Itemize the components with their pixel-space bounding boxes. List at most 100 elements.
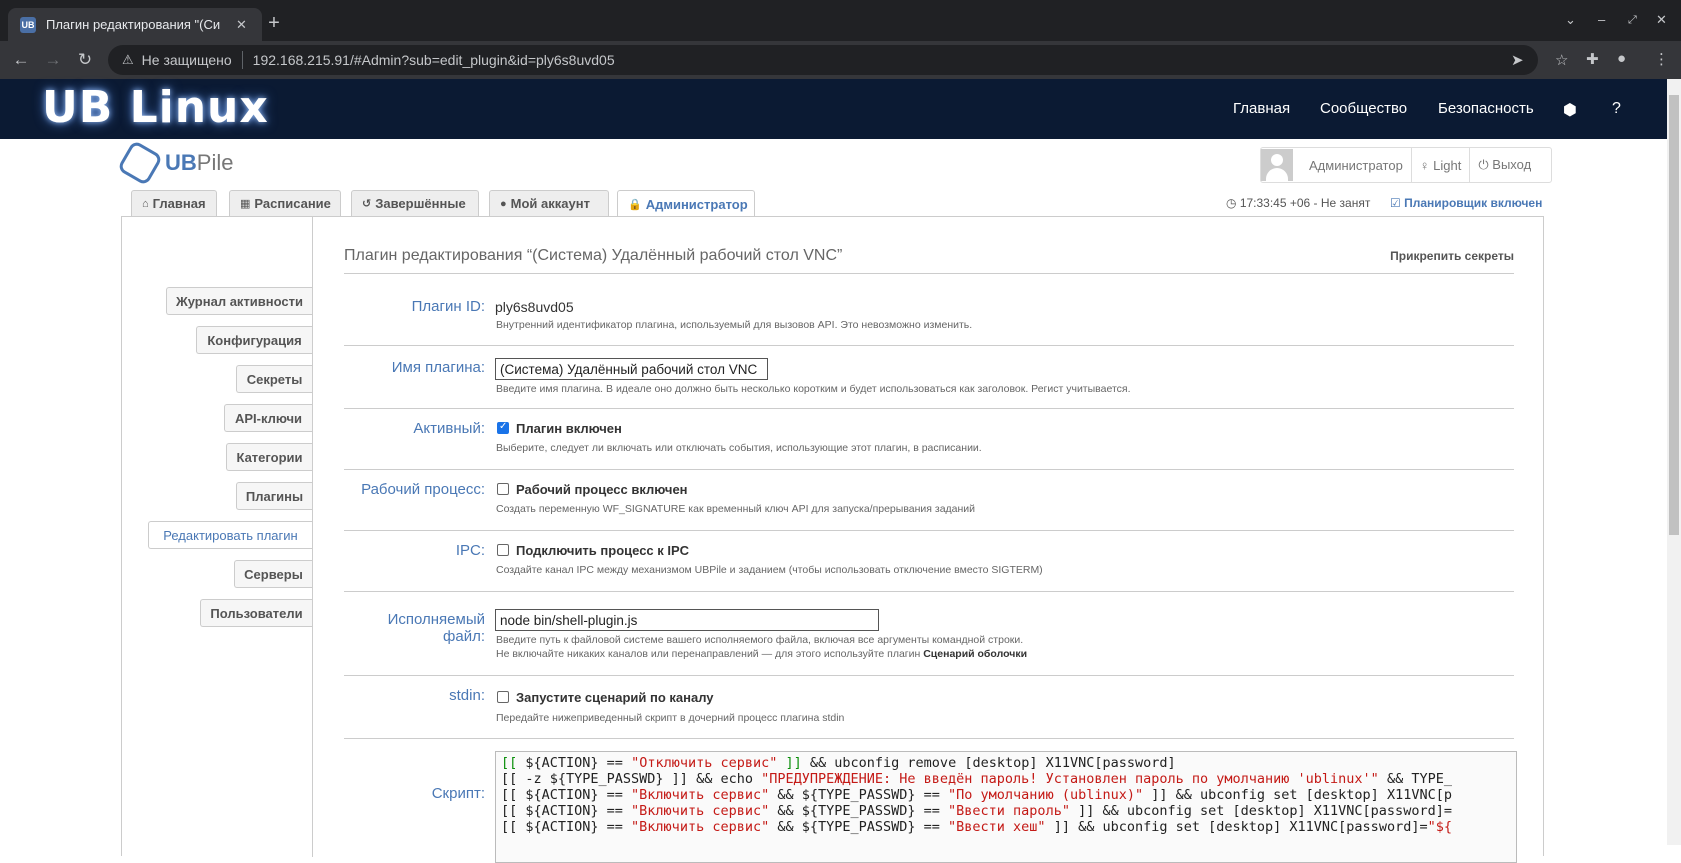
avatar — [1261, 149, 1293, 181]
sidebar-item-users[interactable]: Пользователи — [200, 599, 312, 627]
topnav-home[interactable]: Главная — [1233, 100, 1290, 117]
theme-label: Light — [1433, 157, 1462, 173]
code-string: "Включить сервис" — [631, 787, 770, 803]
tab-search-icon[interactable]: ⌄ — [1565, 12, 1576, 28]
bookmark-star-icon[interactable]: ☆ — [1555, 51, 1568, 69]
power-icon: ⏻ — [1478, 157, 1493, 172]
sidebar-item-secrets[interactable]: Секреты — [236, 365, 312, 393]
executable-help-2-text: Не включайте никаких каналов или перенап… — [496, 648, 921, 660]
topnav-security[interactable]: Безопасность — [1438, 100, 1534, 117]
tab-close-icon[interactable]: ✕ — [236, 17, 247, 33]
lightbulb-icon: ♀ — [1419, 157, 1434, 173]
back-arrow-icon[interactable]: ← — [10, 50, 32, 70]
plugin-id-label: Плагин ID: — [411, 298, 485, 315]
maximize-icon[interactable]: ⤢ — [1628, 14, 1637, 27]
ubpile-hex-icon — [116, 139, 164, 187]
field-divider — [344, 345, 1514, 346]
browser-tab[interactable]: UB Плагин редактирования "(Си ✕ — [8, 8, 262, 41]
tab-completed-label: Завершённые — [375, 196, 466, 211]
address-bar[interactable]: ⚠ Не защищено 192.168.215.91/#Admin?sub=… — [108, 45, 1568, 75]
sidebar-item-edit-plugin[interactable]: Редактировать плагин — [148, 521, 312, 549]
help-icon[interactable]: ? — [1612, 100, 1621, 118]
sidebar-item-api-keys[interactable]: API-ключи — [224, 404, 312, 432]
active-checkbox-label[interactable]: Плагин включен — [516, 421, 622, 436]
code-string: "ПРЕДУПРЕЖДЕНИЕ: Не введён пароль! Устан… — [761, 771, 1379, 787]
tab-admin-label: Администратор — [645, 196, 748, 212]
executable-input[interactable]: node bin/shell-plugin.js — [495, 609, 879, 631]
ubpile-logo[interactable]: UBPile — [116, 139, 233, 187]
ublinux-logo[interactable]: UB Linux — [42, 82, 269, 133]
minimize-icon[interactable]: – — [1598, 12, 1605, 27]
code-string: "Включить сервис" — [631, 803, 770, 819]
logout-button[interactable]: ⏻ Выход — [1478, 157, 1531, 173]
history-icon: ↺ — [362, 198, 372, 210]
code-token: ]] — [777, 755, 802, 771]
user-name[interactable]: Администратор — [1309, 158, 1403, 173]
executable-help-1: Введите путь к файловой системе вашего и… — [496, 634, 1024, 646]
sidebar-item-plugins[interactable]: Плагины — [236, 482, 312, 510]
page-scrollbar[interactable] — [1667, 79, 1681, 845]
send-icon[interactable]: ➤ — [1511, 51, 1524, 69]
code-string: "По умолчанию (ublinux)" — [948, 787, 1144, 803]
tab-home-label: Главная — [152, 196, 206, 211]
title-divider — [344, 273, 1514, 274]
topnav-community[interactable]: Сообщество — [1320, 100, 1407, 117]
sidebar-item-servers[interactable]: Серверы — [234, 560, 312, 588]
profile-icon[interactable]: ● — [1617, 50, 1626, 67]
ubpile-logo-text: UBPile — [165, 150, 233, 176]
shell-script-plugin-name: Сценарий оболочки — [923, 648, 1028, 660]
workflow-checkbox-label[interactable]: Рабочий процесс включен — [516, 482, 688, 497]
code-token: && ubconfig remove [desktop] X11VNC[pass… — [801, 755, 1176, 771]
code-token: [[ ${ACTION} == — [501, 787, 632, 803]
plugin-name-help: Введите имя плагина. В идеале оно должно… — [496, 383, 1131, 395]
script-line: [[ ${ACTION} == "Отключить сервис" ]] &&… — [501, 755, 1176, 771]
sidebar-item-activity-log[interactable]: Журнал активности — [166, 287, 312, 315]
close-window-icon[interactable]: ✕ — [1656, 12, 1667, 28]
script-label: Скрипт: — [431, 785, 485, 802]
ipc-label: IPC: — [455, 542, 485, 559]
pin-secrets-link[interactable]: Прикрепить секреты — [1390, 249, 1514, 263]
light-theme-button[interactable]: ♀ Light — [1420, 158, 1462, 173]
workflow-label: Рабочий процесс: — [361, 481, 485, 498]
insecure-label[interactable]: Не защищено — [142, 52, 232, 68]
cube-icon[interactable]: ⬢ — [1563, 100, 1577, 120]
tab-admin[interactable]: 🔒 Администратор — [617, 190, 755, 217]
plugin-name-input[interactable]: (Система) Удалённый рабочий стол VNC — [495, 358, 768, 380]
code-token: [[ ${ACTION} == — [501, 803, 632, 819]
field-divider — [344, 469, 1514, 470]
url-text[interactable]: 192.168.215.91/#Admin?sub=edit_plugin&id… — [253, 52, 615, 68]
forward-arrow-icon[interactable]: → — [42, 50, 64, 70]
sidebar-item-config[interactable]: Конфигурация — [196, 326, 312, 354]
tab-schedule[interactable]: ▦ Расписание — [229, 190, 341, 216]
stdin-checkbox[interactable] — [497, 691, 509, 703]
plugin-id-help: Внутренний идентификатор плагина, исполь… — [496, 319, 973, 331]
ipc-checkbox-label[interactable]: Подключить процесс к IPC — [516, 543, 689, 558]
code-string: "Ввести хеш" — [948, 819, 1046, 835]
lock-icon: 🔒 — [628, 198, 642, 211]
warning-triangle-icon[interactable]: ⚠ — [122, 52, 134, 68]
calendar-icon: ▦ — [240, 198, 251, 210]
code-token: [[ -z ${TYPE_PASSWD} ]] && echo — [501, 771, 762, 787]
ipc-checkbox[interactable] — [497, 544, 509, 556]
workflow-checkbox[interactable] — [497, 483, 509, 495]
code-token: ]] && ubconfig set [desktop] X11VNC[p — [1143, 787, 1452, 803]
browser-menu-icon[interactable]: ⋮ — [1654, 50, 1669, 68]
scheduler-toggle[interactable]: ☑ Планировщик включен — [1390, 196, 1542, 210]
admin-panel: Журнал активности Конфигурация Секреты A… — [121, 216, 1544, 863]
active-checkbox[interactable] — [497, 421, 509, 434]
scrollbar-thumb[interactable] — [1669, 95, 1679, 535]
user-bar: Администратор ♀ Light ⏻ Выход — [1260, 147, 1553, 183]
script-editor[interactable]: [[ ${ACTION} == "Отключить сервис" ]] &&… — [495, 751, 1517, 863]
plugin-name-label: Имя плагина: — [391, 359, 485, 376]
extensions-icon[interactable]: ✚ — [1586, 50, 1599, 68]
new-tab-button[interactable]: + — [262, 12, 286, 35]
tab-completed[interactable]: ↺ Завершённые — [351, 190, 479, 216]
active-help: Выберите, следует ли включать или отключ… — [496, 442, 982, 454]
tab-home[interactable]: ⌂ Главная — [131, 190, 217, 216]
userbar-divider — [1469, 148, 1471, 182]
reload-icon[interactable]: ↻ — [74, 50, 96, 70]
code-token: [[ ${ACTION} == — [501, 819, 632, 835]
sidebar-item-categories[interactable]: Категории — [226, 443, 312, 471]
stdin-checkbox-label[interactable]: Запустите сценарий по каналу — [516, 690, 714, 705]
tab-my-account[interactable]: ● Мой аккаунт — [489, 190, 609, 216]
